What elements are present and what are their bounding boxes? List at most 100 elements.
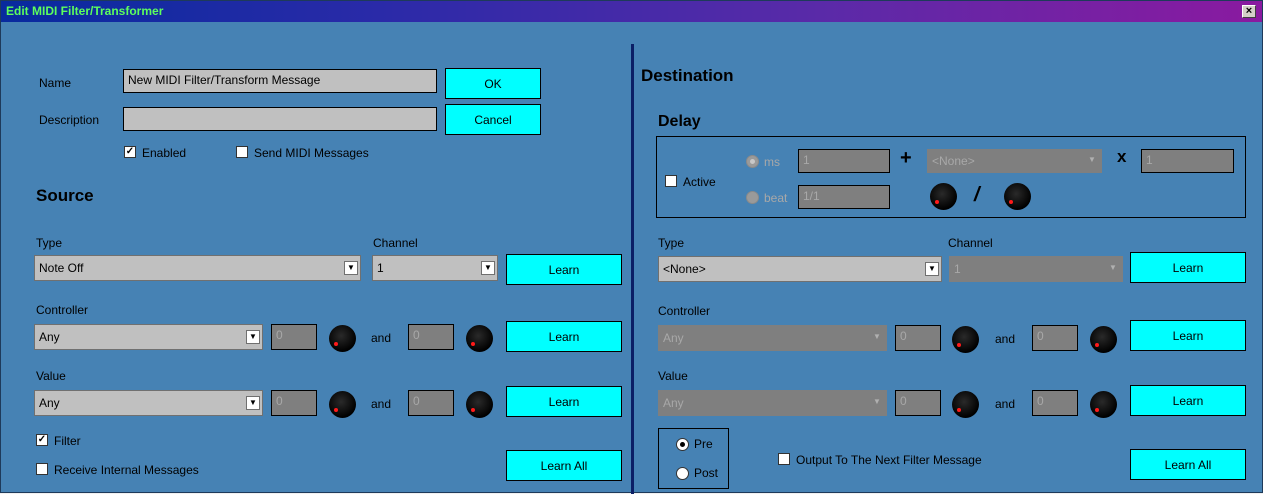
delay-heading: Delay xyxy=(658,113,701,130)
destination-value-max-field[interactable]: 0 xyxy=(1032,390,1078,416)
chevron-down-icon: ▼ xyxy=(873,397,881,406)
output-next-label: Output To The Next Filter Message xyxy=(796,453,982,467)
delay-active-label: Active xyxy=(683,175,716,189)
ok-button[interactable]: OK xyxy=(445,68,541,99)
source-value-dropdown[interactable]: Any ▼ xyxy=(34,390,263,416)
source-channel-dropdown[interactable]: 1 ▼ xyxy=(372,255,498,281)
source-value-and-label: and xyxy=(371,397,392,411)
destination-type-value: <None> xyxy=(663,262,706,276)
source-heading: Source xyxy=(36,186,94,205)
destination-value-and-label: and xyxy=(995,397,1016,411)
source-learn-type-button[interactable]: Learn xyxy=(506,254,622,285)
receive-internal-checkbox[interactable] xyxy=(36,463,48,475)
destination-controller-min-field[interactable]: 0 xyxy=(895,325,941,351)
destination-value-max-knob[interactable] xyxy=(1090,391,1117,418)
source-controller-label: Controller xyxy=(36,303,89,317)
source-controller-max-field[interactable]: 0 xyxy=(408,324,454,350)
source-value-value: Any xyxy=(39,396,60,410)
delay-ms-field[interactable]: 1 xyxy=(798,149,890,173)
filter-checkbox[interactable]: ✓ xyxy=(36,434,48,446)
destination-learn-controller-button[interactable]: Learn xyxy=(1130,320,1246,351)
delay-multiplier-field[interactable]: 1 xyxy=(1141,149,1234,173)
destination-learn-all-button[interactable]: Learn All xyxy=(1130,449,1246,480)
delay-beat-radio[interactable] xyxy=(746,191,759,204)
destination-learn-type-button[interactable]: Learn xyxy=(1130,252,1246,283)
destination-channel-dropdown[interactable]: 1 ▼ xyxy=(949,256,1123,282)
delay-ms-label: ms xyxy=(764,155,780,169)
source-type-dropdown[interactable]: Note Off ▼ xyxy=(34,255,361,281)
source-controller-value: Any xyxy=(39,330,60,344)
chevron-down-icon: ▼ xyxy=(481,261,495,275)
destination-value-min-knob[interactable] xyxy=(952,391,979,418)
source-controller-min-knob[interactable] xyxy=(329,325,356,352)
destination-learn-value-button[interactable]: Learn xyxy=(1130,385,1246,416)
destination-channel-value: 1 xyxy=(954,262,961,276)
destination-controller-max-knob[interactable] xyxy=(1090,326,1117,353)
source-value-max-knob[interactable] xyxy=(466,391,493,418)
source-learn-controller-button[interactable]: Learn xyxy=(506,321,622,352)
destination-value-value: Any xyxy=(663,396,684,410)
edit-midi-filter-window: Edit MIDI Filter/Transformer × Name New … xyxy=(0,0,1263,494)
enabled-checkbox[interactable]: ✓ xyxy=(124,146,136,158)
source-value-label: Value xyxy=(36,369,66,383)
delay-active-checkbox[interactable] xyxy=(665,175,677,187)
destination-value-min-field[interactable]: 0 xyxy=(895,390,941,416)
chevron-down-icon: ▼ xyxy=(246,330,260,344)
description-label: Description xyxy=(39,113,100,127)
chevron-down-icon: ▼ xyxy=(873,332,881,341)
destination-channel-label: Channel xyxy=(948,236,993,250)
source-learn-value-button[interactable]: Learn xyxy=(506,386,622,417)
destination-type-label: Type xyxy=(658,236,685,250)
destination-controller-label: Controller xyxy=(658,304,711,318)
delay-source-dropdown[interactable]: <None> ▼ xyxy=(927,149,1102,173)
delay-multiplier-knob[interactable] xyxy=(1004,183,1031,210)
description-field[interactable] xyxy=(123,107,437,131)
source-type-value: Note Off xyxy=(39,261,84,275)
pre-radio[interactable] xyxy=(676,438,689,451)
destination-type-dropdown[interactable]: <None> ▼ xyxy=(658,256,942,282)
destination-controller-dropdown[interactable]: Any ▼ xyxy=(658,325,887,351)
source-value-max-field[interactable]: 0 xyxy=(408,390,454,416)
source-learn-all-button[interactable]: Learn All xyxy=(506,450,622,481)
panel-divider xyxy=(631,44,634,494)
cancel-button[interactable]: Cancel xyxy=(445,104,541,135)
delay-source-value: <None> xyxy=(932,154,975,168)
delay-beat-label: beat xyxy=(764,191,788,205)
chevron-down-icon: ▼ xyxy=(344,261,358,275)
post-radio[interactable] xyxy=(676,467,689,480)
source-value-min-knob[interactable] xyxy=(329,391,356,418)
delay-source-knob[interactable] xyxy=(930,183,957,210)
enabled-label: Enabled xyxy=(142,146,187,160)
destination-controller-value: Any xyxy=(663,331,684,345)
receive-internal-label: Receive Internal Messages xyxy=(54,463,199,477)
name-field[interactable]: New MIDI Filter/Transform Message xyxy=(123,69,437,93)
delay-ms-radio[interactable] xyxy=(746,155,759,168)
source-type-label: Type xyxy=(36,236,63,250)
source-value-min-field[interactable]: 0 xyxy=(271,390,317,416)
post-label: Post xyxy=(694,466,719,480)
close-button[interactable]: × xyxy=(1242,5,1256,18)
source-controller-max-knob[interactable] xyxy=(466,325,493,352)
send-midi-checkbox[interactable] xyxy=(236,146,248,158)
output-next-checkbox[interactable] xyxy=(778,453,790,465)
destination-value-label: Value xyxy=(658,369,688,383)
filter-label: Filter xyxy=(54,434,81,448)
source-controller-dropdown[interactable]: Any ▼ xyxy=(34,324,263,350)
destination-value-dropdown[interactable]: Any ▼ xyxy=(658,390,887,416)
source-channel-value: 1 xyxy=(377,261,384,275)
destination-controller-max-field[interactable]: 0 xyxy=(1032,325,1078,351)
source-controller-min-field[interactable]: 0 xyxy=(271,324,317,350)
window-title: Edit MIDI Filter/Transformer xyxy=(6,4,164,18)
name-label: Name xyxy=(39,76,72,90)
plus-symbol: + xyxy=(900,147,912,169)
chevron-down-icon: ▼ xyxy=(925,262,939,276)
delay-beat-field[interactable]: 1/1 xyxy=(798,185,890,209)
chevron-down-icon: ▼ xyxy=(1088,155,1096,164)
title-bar[interactable]: Edit MIDI Filter/Transformer × xyxy=(1,1,1262,22)
send-midi-label: Send MIDI Messages xyxy=(254,146,369,160)
chevron-down-icon: ▼ xyxy=(1109,263,1117,272)
destination-heading: Destination xyxy=(641,66,734,85)
source-channel-label: Channel xyxy=(373,236,418,250)
destination-controller-min-knob[interactable] xyxy=(952,326,979,353)
source-controller-and-label: and xyxy=(371,331,392,345)
